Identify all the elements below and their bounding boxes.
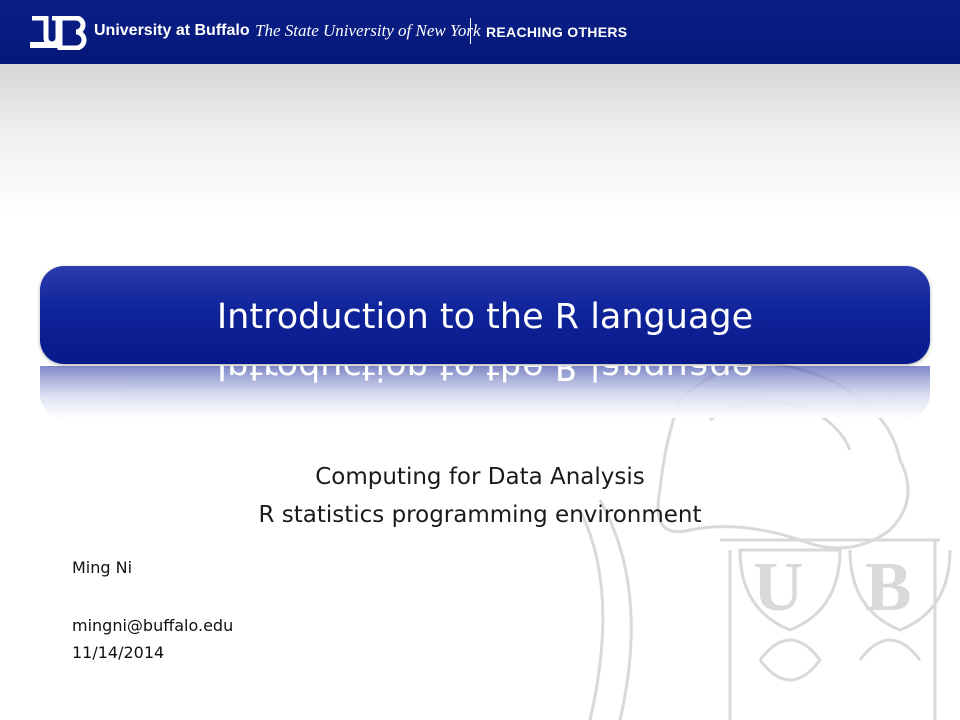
slide-title: Introduction to the R language [216,297,754,337]
header-divider [470,18,471,44]
suny-name: The State University of New York [255,21,481,40]
seal-letter-u: U [753,549,804,626]
title-banner: Introduction to the R language [40,266,930,364]
header-tagline: REACHING OTHERS [486,24,628,40]
title-reflection: Introduction to the R language [40,366,930,418]
ub-logo-icon [30,16,87,50]
author-email: mingni@buffalo.edu [72,616,234,635]
title-reflection-fade [40,366,930,418]
subtitle-line-2: R statistics programming environment [258,502,702,528]
author-name: Ming Ni [72,558,133,577]
presentation-date: 11/14/2014 [72,643,165,662]
seal-letter-b: B [865,549,912,626]
subtitle-line-1: Computing for Data Analysis [315,464,645,490]
header-bar: University at Buffalo The State Universi… [0,0,960,64]
header-shadow [0,64,960,214]
university-name: University at Buffalo [94,22,250,39]
